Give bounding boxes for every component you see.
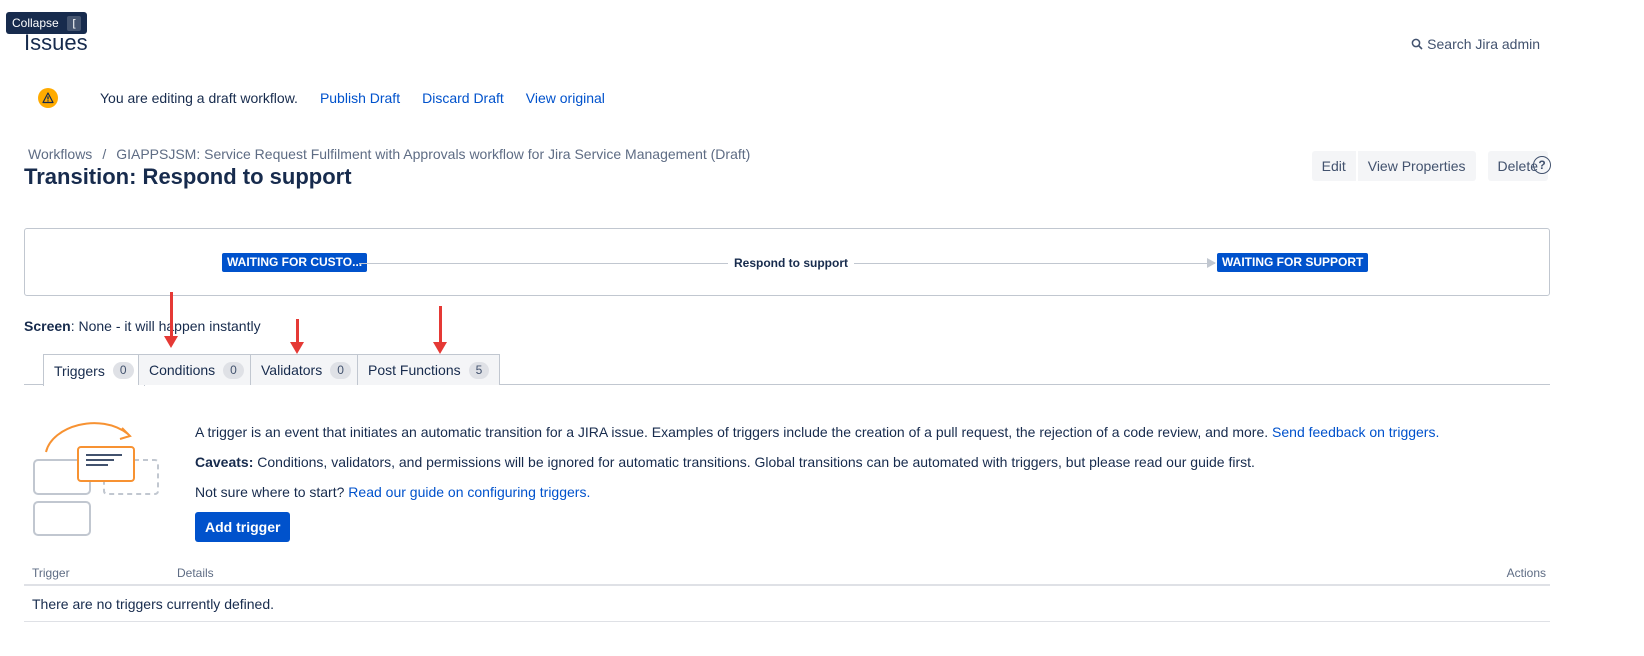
tab-label: Post Functions (368, 362, 461, 378)
trigger-illustration-icon (33, 422, 159, 536)
warning-icon (38, 88, 58, 108)
tab-count-badge: 0 (112, 362, 134, 379)
search-icon (1411, 38, 1423, 50)
tab-count-badge: 0 (223, 361, 244, 379)
search-jira-admin-label: Search Jira admin (1427, 36, 1540, 52)
transition-actions: Edit View Properties Delete (1311, 151, 1548, 181)
page-title: Issues (24, 30, 88, 55)
table-header: Trigger Details Actions (24, 564, 1550, 586)
tab-validators[interactable]: Validators 0 (250, 354, 362, 385)
annotation-arrow-validators-icon (290, 319, 304, 354)
view-properties-button[interactable]: View Properties (1357, 151, 1476, 181)
not-sure-text: Not sure where to start? (195, 484, 345, 500)
trigger-explanation: A trigger is an event that initiates an … (195, 424, 1269, 440)
tab-post-functions[interactable]: Post Functions 5 (357, 354, 501, 385)
triggers-table: Trigger Details Actions There are no tri… (24, 564, 1550, 622)
transition-tabs: Triggers 0 Conditions 0 Validators 0 Pos… (24, 354, 1550, 386)
transition-title: Transition: Respond to support (24, 164, 352, 189)
screen-label: Screen (24, 318, 71, 334)
edit-button[interactable]: Edit (1311, 151, 1356, 181)
tab-count-badge: 5 (468, 361, 490, 379)
draft-message: You are editing a draft workflow. (100, 90, 298, 106)
tab-label: Conditions (149, 362, 216, 378)
screen-info: Screen: None - it will happen instantly (24, 318, 261, 334)
collapse-tooltip-label: Collapse (12, 16, 59, 30)
tab-label: Validators (261, 362, 323, 378)
tab-count-badge: 0 (330, 361, 351, 379)
column-header-details: Details (177, 566, 214, 580)
guide-link[interactable]: Read our guide on configuring triggers. (348, 484, 590, 500)
table-row-empty: There are no triggers currently defined. (24, 586, 1550, 622)
caveats-label: Caveats: (195, 454, 254, 470)
column-header-trigger: Trigger (32, 566, 70, 580)
breadcrumb-workflow-name[interactable]: GIAPPSJSM: Service Request Fulfilment wi… (116, 146, 750, 162)
breadcrumb-workflows[interactable]: Workflows (28, 146, 92, 162)
tab-conditions[interactable]: Conditions 0 (138, 354, 255, 385)
breadcrumb-separator: / (102, 146, 107, 162)
breadcrumb: Workflows / GIAPPSJSM: Service Request F… (28, 146, 750, 162)
tab-label: Triggers (54, 362, 105, 379)
transition-diagram: WAITING FOR CUSTO... Respond to support … (24, 228, 1550, 296)
annotation-arrow-post-functions-icon (433, 306, 447, 354)
search-jira-admin[interactable]: Search Jira admin (1411, 36, 1540, 52)
help-icon[interactable]: ? (1533, 156, 1551, 174)
annotation-arrow-conditions-icon (164, 292, 178, 348)
triggers-description: A trigger is an event that initiates an … (195, 422, 1545, 512)
from-status-lozenge: WAITING FOR CUSTO... (222, 253, 368, 272)
send-feedback-link[interactable]: Send feedback on triggers. (1272, 424, 1439, 440)
add-trigger-button[interactable]: Add trigger (195, 512, 291, 542)
empty-message: There are no triggers currently defined. (32, 595, 275, 612)
transition-name-label: Respond to support (728, 256, 854, 270)
discard-draft-link[interactable]: Discard Draft (422, 90, 504, 106)
caveats-text: Conditions, validators, and permissions … (253, 454, 1255, 470)
to-status-lozenge: WAITING FOR SUPPORT (1217, 253, 1369, 272)
collapse-shortcut-key: [ (66, 15, 82, 31)
tab-triggers[interactable]: Triggers 0 (43, 354, 145, 386)
draft-workflow-bar: You are editing a draft workflow. Publis… (38, 88, 605, 108)
column-header-actions: Actions (1506, 566, 1546, 580)
transition-arrow-icon (1207, 258, 1216, 268)
view-original-link[interactable]: View original (526, 90, 605, 106)
publish-draft-link[interactable]: Publish Draft (320, 90, 400, 106)
